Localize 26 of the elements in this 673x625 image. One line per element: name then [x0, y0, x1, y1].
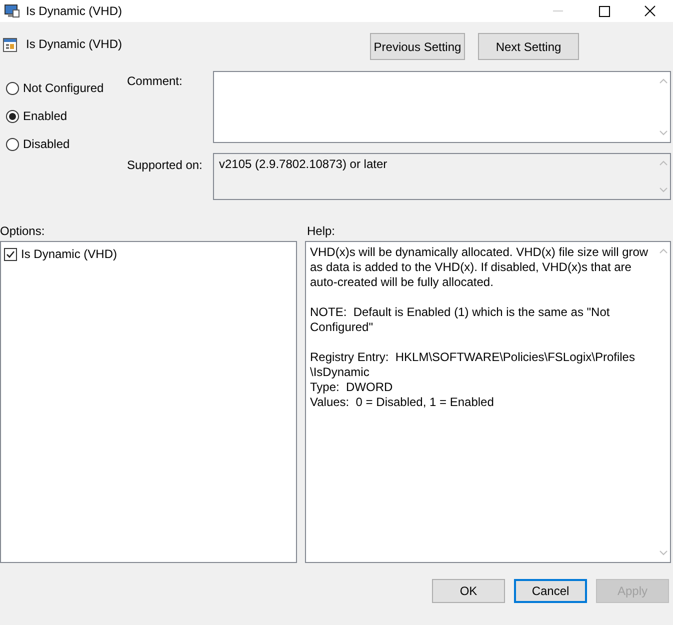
comment-label: Comment:: [127, 74, 184, 90]
next-setting-button[interactable]: Next Setting: [478, 33, 579, 60]
radio-option[interactable]: Enabled: [6, 108, 127, 124]
scroll-up-icon[interactable]: [658, 78, 668, 84]
policy-icon: [4, 4, 20, 18]
supported-on-field: v2105 (2.9.7802.10873) or later: [213, 153, 671, 200]
previous-setting-button[interactable]: Previous Setting: [370, 33, 465, 60]
help-label: Help:: [307, 224, 336, 238]
scroll-up-icon[interactable]: [658, 248, 668, 254]
setting-title: Is Dynamic (VHD): [26, 37, 122, 51]
help-text: VHD(x)s will be dynamically allocated. VHD(x) file size will grow as data is added to the VHD(x). If disabled, VHD(x)s that are auto-created will be fully allocated. NOTE: Default is Enabled (1) which is the same as "Not Configured" Registry Entry: HKLM\SOFTWARE\Policies\FSLogix\Profiles \IsDynamic Type: DWORD Values: 0 = Disabled, 1 = Enabled: [305, 241, 671, 563]
setting-icon: [2, 37, 18, 53]
checkmark-icon: [5, 248, 16, 260]
options-label: Options:: [0, 224, 46, 238]
radio-option[interactable]: Not Configured: [6, 80, 127, 96]
scroll-down-icon[interactable]: [658, 130, 668, 136]
supported-on-label: Supported on:: [127, 158, 204, 174]
scroll-down-icon[interactable]: [658, 550, 668, 556]
dialog-button[interactable]: OK: [432, 579, 505, 603]
scroll-down-icon[interactable]: [658, 187, 668, 193]
dialog-button[interactable]: Cancel: [514, 579, 587, 603]
scroll-up-icon[interactable]: [658, 160, 668, 166]
option-checkbox[interactable]: Is Dynamic (VHD): [4, 247, 293, 261]
radio-option[interactable]: Disabled: [6, 136, 127, 152]
comment-field[interactable]: [213, 71, 671, 143]
window-title: Is Dynamic (VHD): [26, 4, 124, 18]
